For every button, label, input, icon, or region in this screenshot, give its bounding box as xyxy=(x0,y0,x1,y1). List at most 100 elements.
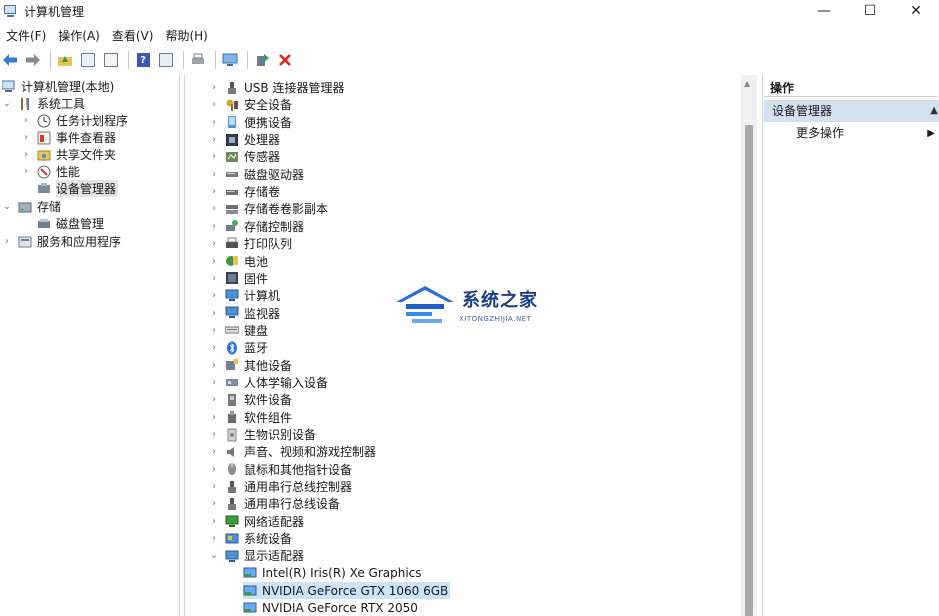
device-category[interactable]: ⌄ 显示适配器 xyxy=(209,547,304,564)
submenu-arrow-icon[interactable]: ▶ xyxy=(927,125,935,142)
chevron-right-icon[interactable]: › xyxy=(209,308,219,319)
chevron-right-icon[interactable]: › xyxy=(209,99,219,110)
device-category[interactable]: › 键盘 xyxy=(209,322,268,339)
chevron-right-icon[interactable]: › xyxy=(21,166,31,177)
chevron-right-icon[interactable]: › xyxy=(21,132,31,143)
device-category[interactable]: › 打印队列 xyxy=(209,235,292,252)
menu-view[interactable]: 查看(V) xyxy=(106,26,160,46)
tree-item-storage[interactable]: ⌄ 存储 xyxy=(2,198,61,215)
more-actions-link[interactable]: 更多操作 xyxy=(796,125,844,142)
forward-arrow-icon[interactable] xyxy=(23,50,43,70)
action-section-device-manager[interactable]: 设备管理器 ▲ xyxy=(764,100,939,122)
device-category[interactable]: › 声音、视频和游戏控制器 xyxy=(209,443,376,460)
properties-icon[interactable] xyxy=(101,50,121,70)
device-category[interactable]: › 人体学输入设备 xyxy=(209,374,328,391)
device-category[interactable]: › 电池 xyxy=(209,253,268,270)
chevron-right-icon[interactable]: › xyxy=(209,481,219,492)
chevron-right-icon[interactable]: › xyxy=(209,533,219,544)
device-category[interactable]: › 存储卷 xyxy=(209,183,280,200)
device-category[interactable]: › USB 连接器管理器 xyxy=(209,79,344,96)
display-adapter-item[interactable]: NVIDIA GeForce RTX 2050 xyxy=(243,600,420,616)
device-category[interactable]: › 鼠标和其他指针设备 xyxy=(209,461,352,478)
chevron-right-icon[interactable]: › xyxy=(209,238,219,249)
chevron-right-icon[interactable]: › xyxy=(209,464,219,475)
close-button[interactable]: ✕ xyxy=(893,0,939,22)
chevron-right-icon[interactable]: › xyxy=(209,342,219,353)
device-category[interactable]: › 传感器 xyxy=(209,148,280,165)
tree-item-disk-management[interactable]: 磁盘管理 xyxy=(37,215,104,232)
chevron-right-icon[interactable]: › xyxy=(21,149,31,160)
tree-item-services-apps[interactable]: › 服务和应用程序 xyxy=(2,233,121,250)
device-category[interactable]: › 处理器 xyxy=(209,131,280,148)
device-category[interactable]: › 计算机 xyxy=(209,287,280,304)
tree-item-system-tools[interactable]: ⌄ 系统工具 xyxy=(2,95,85,112)
tree-item-device-manager[interactable]: 设备管理器 xyxy=(37,180,119,197)
device-category[interactable]: › 生物识别设备 xyxy=(209,426,316,443)
device-category[interactable]: › 磁盘驱动器 xyxy=(209,166,304,183)
tree-item-shared-folders[interactable]: › 共享文件夹 xyxy=(21,146,116,163)
help-icon[interactable]: ? xyxy=(133,50,153,70)
chevron-right-icon[interactable]: › xyxy=(209,273,219,284)
chevron-right-icon[interactable]: › xyxy=(209,429,219,440)
tree-item-performance[interactable]: › 性能 xyxy=(21,163,80,180)
computer-icon[interactable] xyxy=(220,50,240,70)
device-category[interactable]: › 存储卷卷影副本 xyxy=(209,200,328,217)
device-category[interactable]: › 监视器 xyxy=(209,305,280,322)
chevron-right-icon[interactable]: › xyxy=(209,325,219,336)
chevron-right-icon[interactable]: › xyxy=(209,412,219,423)
menu-file[interactable]: 文件(F) xyxy=(0,26,52,46)
device-category[interactable]: › 固件 xyxy=(209,270,268,287)
print-icon[interactable] xyxy=(188,50,208,70)
chevron-right-icon[interactable]: › xyxy=(209,360,219,371)
scrollbar-thumb[interactable] xyxy=(745,125,753,616)
show-tree-icon[interactable] xyxy=(78,50,98,70)
device-category[interactable]: › 软件组件 xyxy=(209,409,292,426)
tree-item-task-scheduler[interactable]: › 任务计划程序 xyxy=(21,112,128,129)
vertical-scrollbar[interactable]: ▲ xyxy=(741,75,757,616)
device-category[interactable]: › 通用串行总线设备 xyxy=(209,495,340,512)
chevron-down-icon[interactable]: ⌄ xyxy=(2,98,12,109)
chevron-right-icon[interactable]: › xyxy=(209,186,219,197)
chevron-right-icon[interactable]: › xyxy=(209,134,219,145)
chevron-right-icon[interactable]: › xyxy=(209,82,219,93)
device-category[interactable]: › 蓝牙 xyxy=(209,339,268,356)
update-driver-icon[interactable] xyxy=(252,50,272,70)
chevron-right-icon[interactable]: › xyxy=(209,151,219,162)
menu-action[interactable]: 操作(A) xyxy=(52,26,106,46)
device-category[interactable]: › 便携设备 xyxy=(209,114,292,131)
chevron-right-icon[interactable]: › xyxy=(21,115,31,126)
display-adapter-item[interactable]: Intel(R) Iris(R) Xe Graphics xyxy=(243,565,424,582)
device-category[interactable]: › 软件设备 xyxy=(209,391,292,408)
display-adapter-item[interactable]: NVIDIA GeForce GTX 1060 6GB xyxy=(243,582,451,600)
menu-help[interactable]: 帮助(H) xyxy=(159,26,213,46)
chevron-right-icon[interactable]: › xyxy=(209,169,219,180)
up-folder-icon[interactable] xyxy=(55,50,75,70)
minimize-button[interactable]: — xyxy=(801,0,847,22)
uninstall-icon[interactable] xyxy=(275,50,295,70)
device-category[interactable]: › 网络适配器 xyxy=(209,513,304,530)
device-category[interactable]: › 存储控制器 xyxy=(209,218,304,235)
chevron-right-icon[interactable]: › xyxy=(209,256,219,267)
chevron-down-icon[interactable]: ⌄ xyxy=(209,550,219,561)
device-category[interactable]: › 通用串行总线控制器 xyxy=(209,478,352,495)
chevron-right-icon[interactable]: › xyxy=(2,236,12,247)
chevron-right-icon[interactable]: › xyxy=(209,290,219,301)
device-category[interactable]: › 安全设备 xyxy=(209,96,292,113)
chevron-down-icon[interactable]: ⌄ xyxy=(2,201,12,212)
chevron-right-icon[interactable]: › xyxy=(209,394,219,405)
scroll-up-arrow-icon[interactable]: ▲ xyxy=(744,79,750,88)
chevron-right-icon[interactable]: › xyxy=(209,516,219,527)
chevron-right-icon[interactable]: › xyxy=(209,377,219,388)
show-action-pane-icon[interactable] xyxy=(156,50,176,70)
tree-root[interactable]: 计算机管理(本地) xyxy=(1,78,114,95)
back-arrow-icon[interactable] xyxy=(0,50,20,70)
device-category[interactable]: › 其他设备 xyxy=(209,357,292,374)
collapse-triangle-icon[interactable]: ▲ xyxy=(930,100,938,122)
chevron-right-icon[interactable]: › xyxy=(209,498,219,509)
device-category[interactable]: › 系统设备 xyxy=(209,530,292,547)
chevron-right-icon[interactable]: › xyxy=(209,203,219,214)
tree-item-event-viewer[interactable]: › 事件查看器 xyxy=(21,129,116,146)
chevron-right-icon[interactable]: › xyxy=(209,221,219,232)
chevron-right-icon[interactable]: › xyxy=(209,117,219,128)
maximize-button[interactable]: ☐ xyxy=(847,0,893,22)
